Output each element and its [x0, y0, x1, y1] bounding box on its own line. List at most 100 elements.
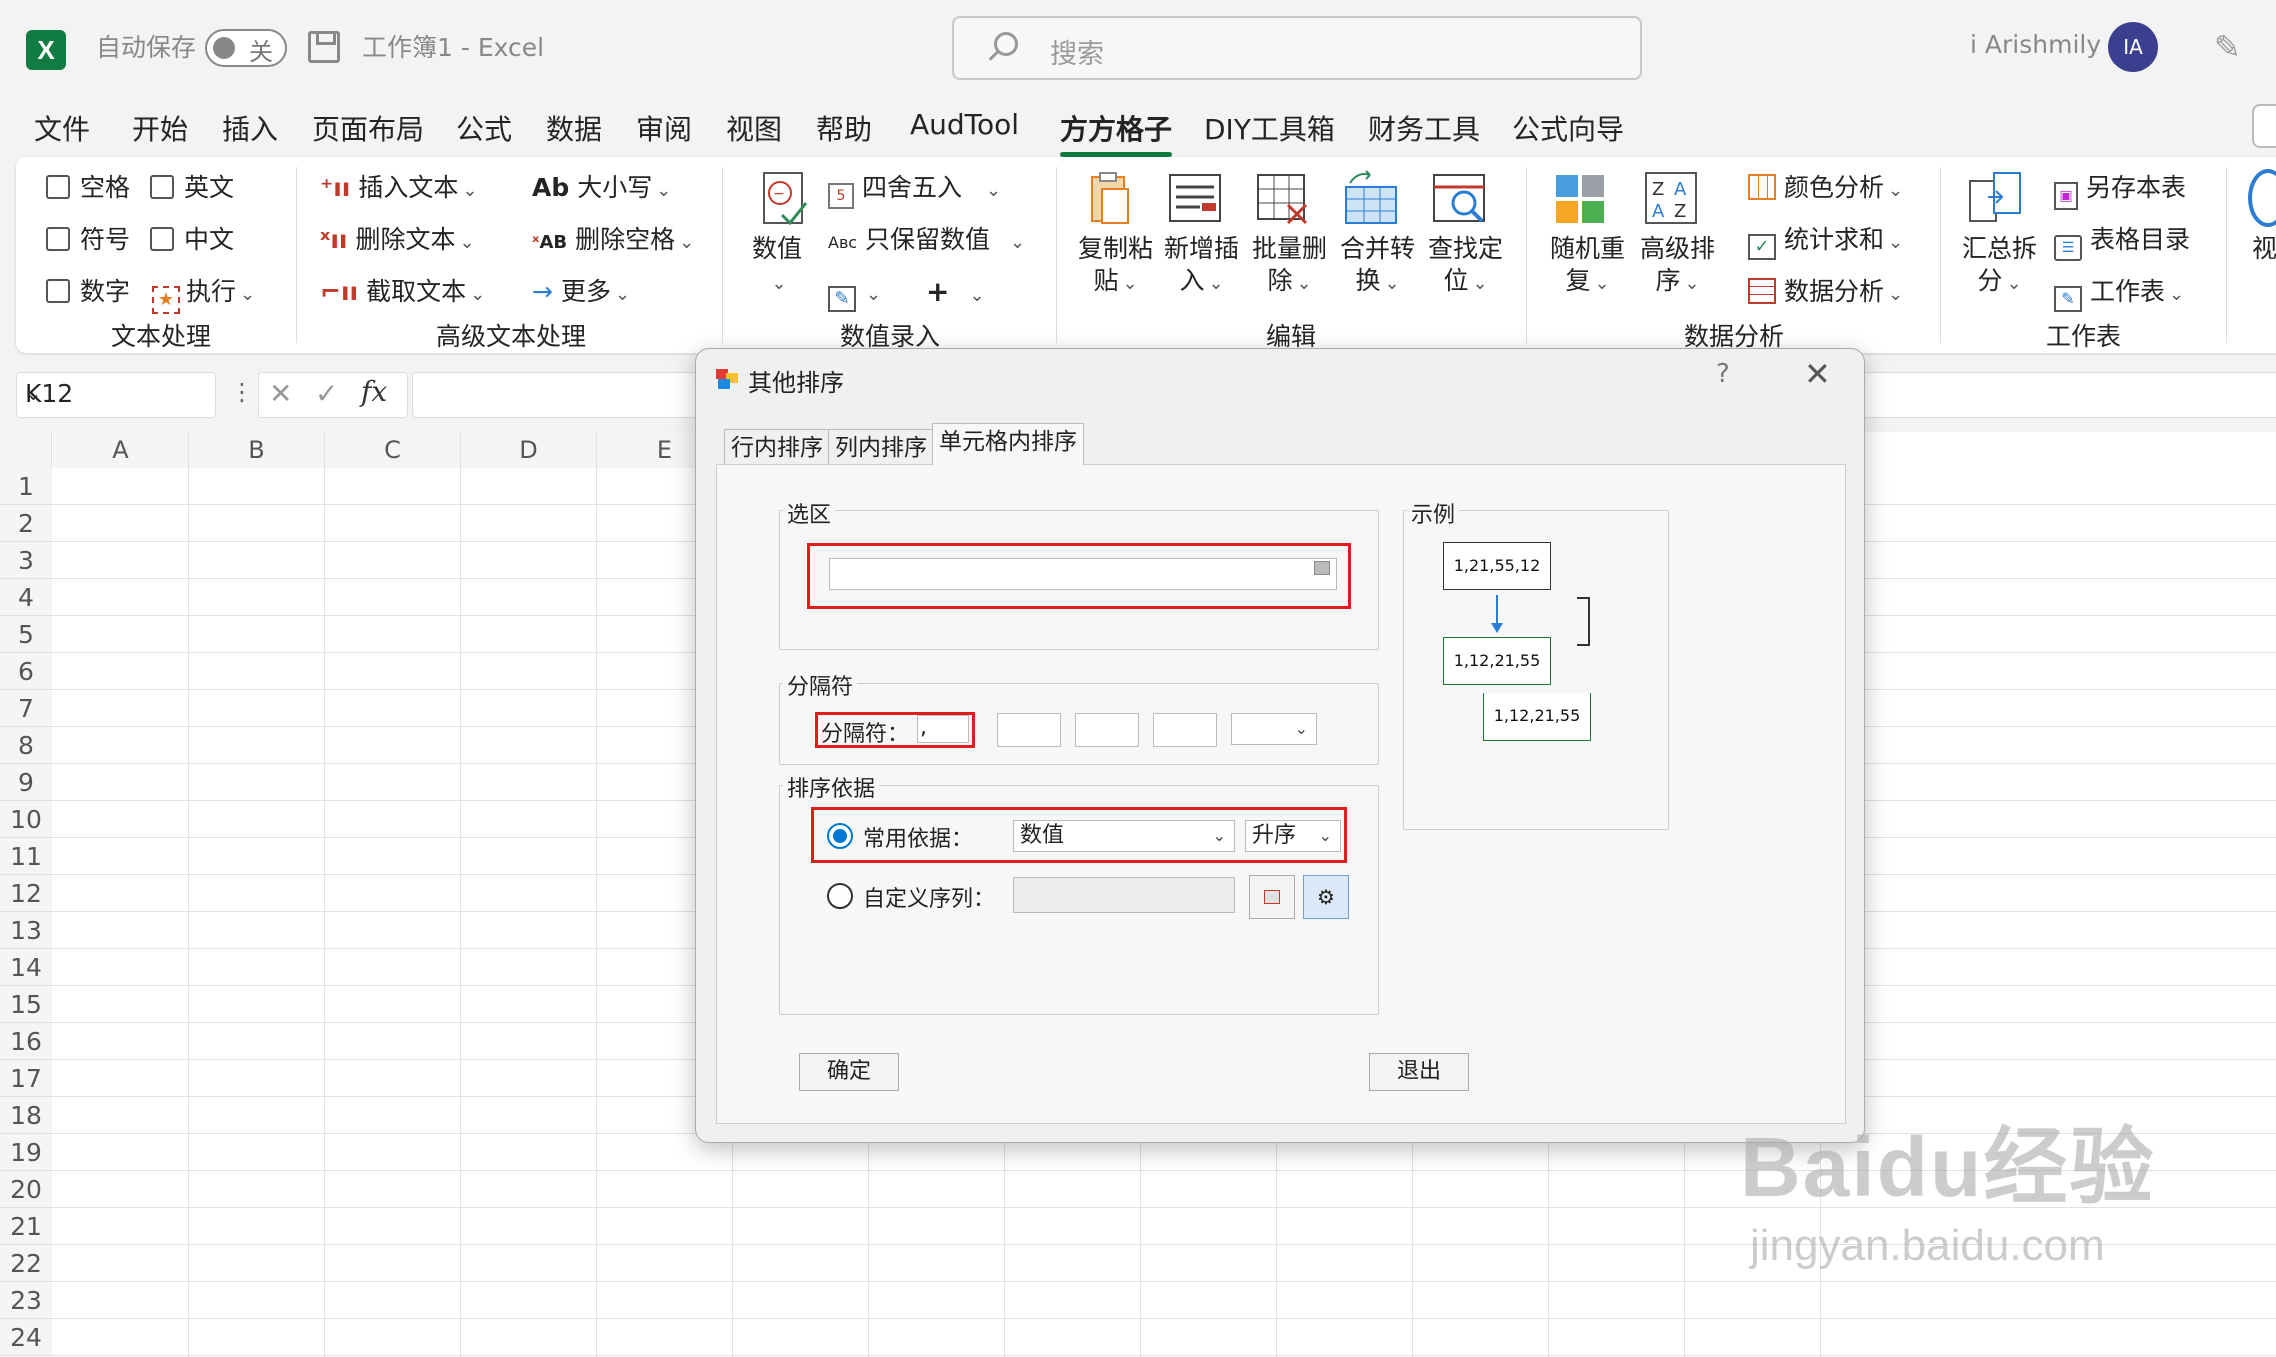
separator-input-1[interactable]: , — [917, 715, 969, 743]
advanced-sort-button[interactable]: 高级排序 ⌄ — [1640, 233, 1715, 300]
case-button[interactable]: Ab 大小写 ⌄ — [532, 171, 671, 208]
row-header[interactable]: 18 — [0, 1097, 52, 1134]
tab-file[interactable]: 文件 — [34, 108, 90, 148]
row-header[interactable]: 6 — [0, 653, 52, 690]
order-dropdown[interactable]: 升序 ⌄ — [1245, 820, 1341, 852]
ok-button[interactable]: 确定 — [799, 1053, 899, 1091]
checkbox-space[interactable]: 空格 — [46, 171, 130, 205]
row-header[interactable]: 20 — [0, 1171, 52, 1208]
tab-view[interactable]: 视图 — [726, 108, 782, 148]
summary-split-button[interactable]: 汇总拆分 ⌄ — [1962, 233, 2037, 300]
more-options-icon[interactable]: ⋮ — [230, 378, 254, 406]
insert-function-icon[interactable]: fx — [361, 375, 387, 408]
select-all-corner[interactable] — [0, 432, 52, 468]
tab-row-sort[interactable]: 行内排序 — [724, 429, 830, 465]
row-header[interactable]: 8 — [0, 727, 52, 764]
row-header[interactable]: 22 — [0, 1245, 52, 1282]
keep-value-button[interactable]: Aʙᴄ 只保留数值 ⌄ — [828, 223, 1025, 260]
find-locate-button[interactable]: 查找定位 ⌄ — [1428, 233, 1503, 300]
common-basis-radio[interactable] — [827, 823, 853, 849]
row-header[interactable]: 9 — [0, 764, 52, 801]
column-header[interactable]: B — [189, 432, 325, 468]
checkbox-symbol[interactable]: 符号 — [46, 223, 130, 257]
row-header[interactable]: 11 — [0, 838, 52, 875]
exit-button[interactable]: 退出 — [1369, 1053, 1469, 1091]
row-header[interactable]: 15 — [0, 986, 52, 1023]
copy-paste-button[interactable]: 复制粘贴 ⌄ — [1078, 233, 1153, 300]
tab-formula-wizard[interactable]: 公式向导 — [1512, 108, 1624, 148]
checkbox-number[interactable]: 数字 — [46, 275, 130, 309]
separator-dropdown[interactable]: ⌄ — [1231, 713, 1317, 745]
row-header[interactable]: 5 — [0, 616, 52, 653]
tab-insert[interactable]: 插入 — [222, 108, 278, 148]
row-header[interactable]: 2 — [0, 505, 52, 542]
tab-data[interactable]: 数据 — [546, 108, 602, 148]
sheet-index-button[interactable]: ☰ 表格目录 — [2054, 223, 2190, 261]
data-analysis-button[interactable]: 数据分析 ⌄ — [1748, 275, 1903, 312]
separator-input-3[interactable] — [1075, 713, 1139, 747]
sequence-picker-button[interactable] — [1249, 875, 1295, 919]
extract-text-button[interactable]: ⌐ıı 截取文本 ⌄ — [320, 275, 485, 312]
column-header[interactable]: D — [461, 432, 597, 468]
avatar[interactable]: IA — [2108, 22, 2158, 72]
delete-text-button[interactable]: ˣıı 删除文本 ⌄ — [320, 223, 475, 260]
insert-text-button[interactable]: ⁺ıı 插入文本 ⌄ — [320, 171, 477, 208]
custom-sequence-input[interactable] — [1013, 877, 1235, 913]
tab-cell-sort[interactable]: 单元格内排序 — [932, 423, 1084, 465]
tab-diy-toolbox[interactable]: DIY工具箱 — [1204, 108, 1335, 148]
edit-dropdown[interactable]: ✎ ⌄ — [828, 275, 881, 312]
row-header[interactable]: 10 — [0, 801, 52, 838]
tab-column-sort[interactable]: 列内排序 — [828, 429, 934, 465]
tab-home[interactable]: 开始 — [132, 108, 188, 148]
numeric-button[interactable]: 数值 ⌄ — [752, 233, 802, 300]
plus-dropdown[interactable]: + ⌄ — [926, 275, 985, 313]
row-header[interactable]: 12 — [0, 875, 52, 912]
checkbox-chinese[interactable]: 中文 — [150, 223, 234, 257]
pen-icon[interactable]: ✎ — [2214, 30, 2248, 64]
column-header[interactable]: C — [325, 432, 461, 468]
row-header[interactable]: 16 — [0, 1023, 52, 1060]
basis-dropdown[interactable]: 数值 ⌄ — [1013, 820, 1235, 852]
save-sheet-button[interactable]: ▣ 另存本表 — [2054, 171, 2186, 210]
column-header[interactable]: A — [53, 432, 189, 468]
row-header[interactable]: 13 — [0, 912, 52, 949]
delete-space-button[interactable]: ˣAB 删除空格 ⌄ — [532, 223, 694, 260]
tab-review[interactable]: 审阅 — [636, 108, 692, 148]
tab-fangfanggezi[interactable]: 方方格子 — [1060, 108, 1173, 157]
checkbox-english[interactable]: 英文 — [150, 171, 234, 205]
close-icon[interactable]: ✕ — [1804, 355, 1831, 393]
confirm-icon[interactable]: ✓ — [315, 377, 338, 410]
row-header[interactable]: 23 — [0, 1282, 52, 1319]
tab-page-layout[interactable]: 页面布局 — [312, 108, 424, 148]
worksheet-button[interactable]: ✎ 工作表 ⌄ — [2054, 275, 2184, 312]
random-repeat-button[interactable]: 随机重复 ⌄ — [1550, 233, 1625, 300]
row-header[interactable]: 14 — [0, 949, 52, 986]
search-box[interactable]: 搜索 — [952, 16, 1642, 80]
user-name[interactable]: i Arishmily — [1970, 30, 2101, 59]
merge-convert-button[interactable]: 合并转换 ⌄ — [1340, 233, 1415, 300]
execute-button[interactable]: ★ 执行 ⌄ — [152, 275, 255, 314]
selection-input[interactable] — [829, 558, 1337, 590]
insert-rows-button[interactable]: 新增插入 ⌄ — [1164, 233, 1239, 300]
row-header[interactable]: 24 — [0, 1319, 52, 1356]
autosave-toggle[interactable]: 关 — [205, 29, 287, 67]
tab-finance-tools[interactable]: 财务工具 — [1368, 108, 1480, 148]
comments-button[interactable] — [2252, 104, 2276, 148]
view-button[interactable]: 视 — [2252, 233, 2276, 265]
tab-audtool[interactable]: AudTool — [910, 108, 1019, 141]
row-header[interactable]: 7 — [0, 690, 52, 727]
name-box[interactable]: K12 ⌄ — [16, 372, 216, 418]
more-button[interactable]: → 更多 ⌄ — [532, 275, 630, 312]
row-header[interactable]: 21 — [0, 1208, 52, 1245]
help-button[interactable]: ? — [1716, 359, 1730, 389]
row-header[interactable]: 3 — [0, 542, 52, 579]
row-header[interactable]: 1 — [0, 468, 52, 505]
tab-formulas[interactable]: 公式 — [456, 108, 512, 148]
separator-input-4[interactable] — [1153, 713, 1217, 747]
row-header[interactable]: 19 — [0, 1134, 52, 1171]
round-button[interactable]: 5 四舍五入 ⌄ — [828, 171, 1001, 209]
tab-help[interactable]: 帮助 — [816, 108, 872, 148]
cancel-icon[interactable]: ✕ — [269, 377, 292, 410]
color-analysis-button[interactable]: 颜色分析 ⌄ — [1748, 171, 1903, 208]
row-header[interactable]: 17 — [0, 1060, 52, 1097]
